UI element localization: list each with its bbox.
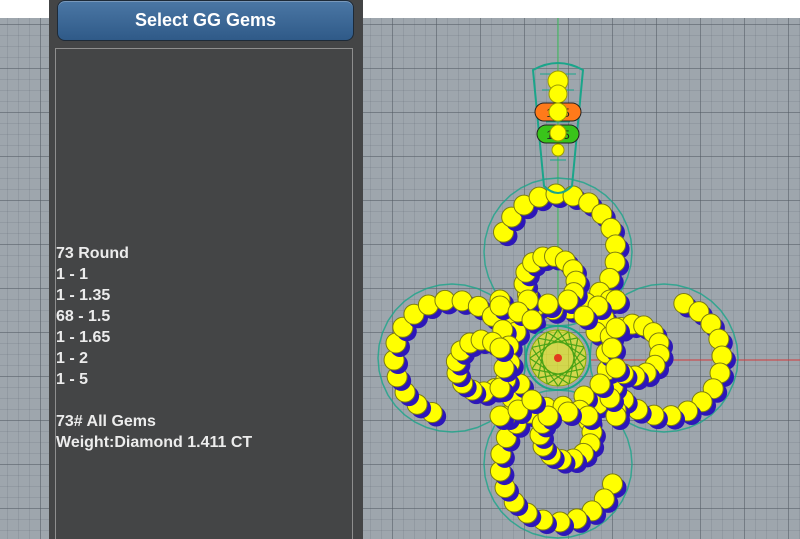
size-row: 1 - 1.35 [56, 287, 111, 304]
gem[interactable] [557, 289, 579, 311]
bail-gem[interactable] [551, 143, 565, 157]
gem[interactable] [605, 317, 627, 339]
round-count: 73 Round [56, 245, 129, 262]
size-row: 1 - 1 [56, 266, 89, 283]
gem[interactable] [605, 357, 627, 379]
gem[interactable] [489, 337, 511, 359]
gem[interactable] [521, 389, 543, 411]
gem[interactable] [601, 337, 623, 359]
bail-gem[interactable] [548, 84, 568, 104]
gem-summary: 73 Round 1 - 1 1 - 1.35 68 - 1.5 1 - 1.6… [56, 243, 252, 453]
gem[interactable] [573, 305, 595, 327]
size-row: 1 - 5 [56, 371, 89, 388]
size-row: 1 - 1.65 [56, 329, 111, 346]
select-gg-gems-button[interactable]: Select GG Gems [57, 0, 354, 41]
gem[interactable] [589, 373, 611, 395]
gem[interactable] [489, 405, 511, 427]
size-row: 68 - 1.5 [56, 308, 111, 325]
size-row: 1 - 2 [56, 350, 89, 367]
weight: Weight:Diamond 1.411 CT [56, 434, 253, 451]
center-setting[interactable] [525, 325, 591, 391]
gem[interactable] [489, 295, 511, 317]
bail-gem[interactable] [548, 102, 568, 122]
pendant-model[interactable]: 1.35 1.65 [363, 18, 800, 539]
gem[interactable] [537, 293, 559, 315]
bail-gem[interactable] [549, 124, 567, 142]
gem[interactable] [521, 309, 543, 331]
total-gems: 73# All Gems [56, 413, 156, 430]
